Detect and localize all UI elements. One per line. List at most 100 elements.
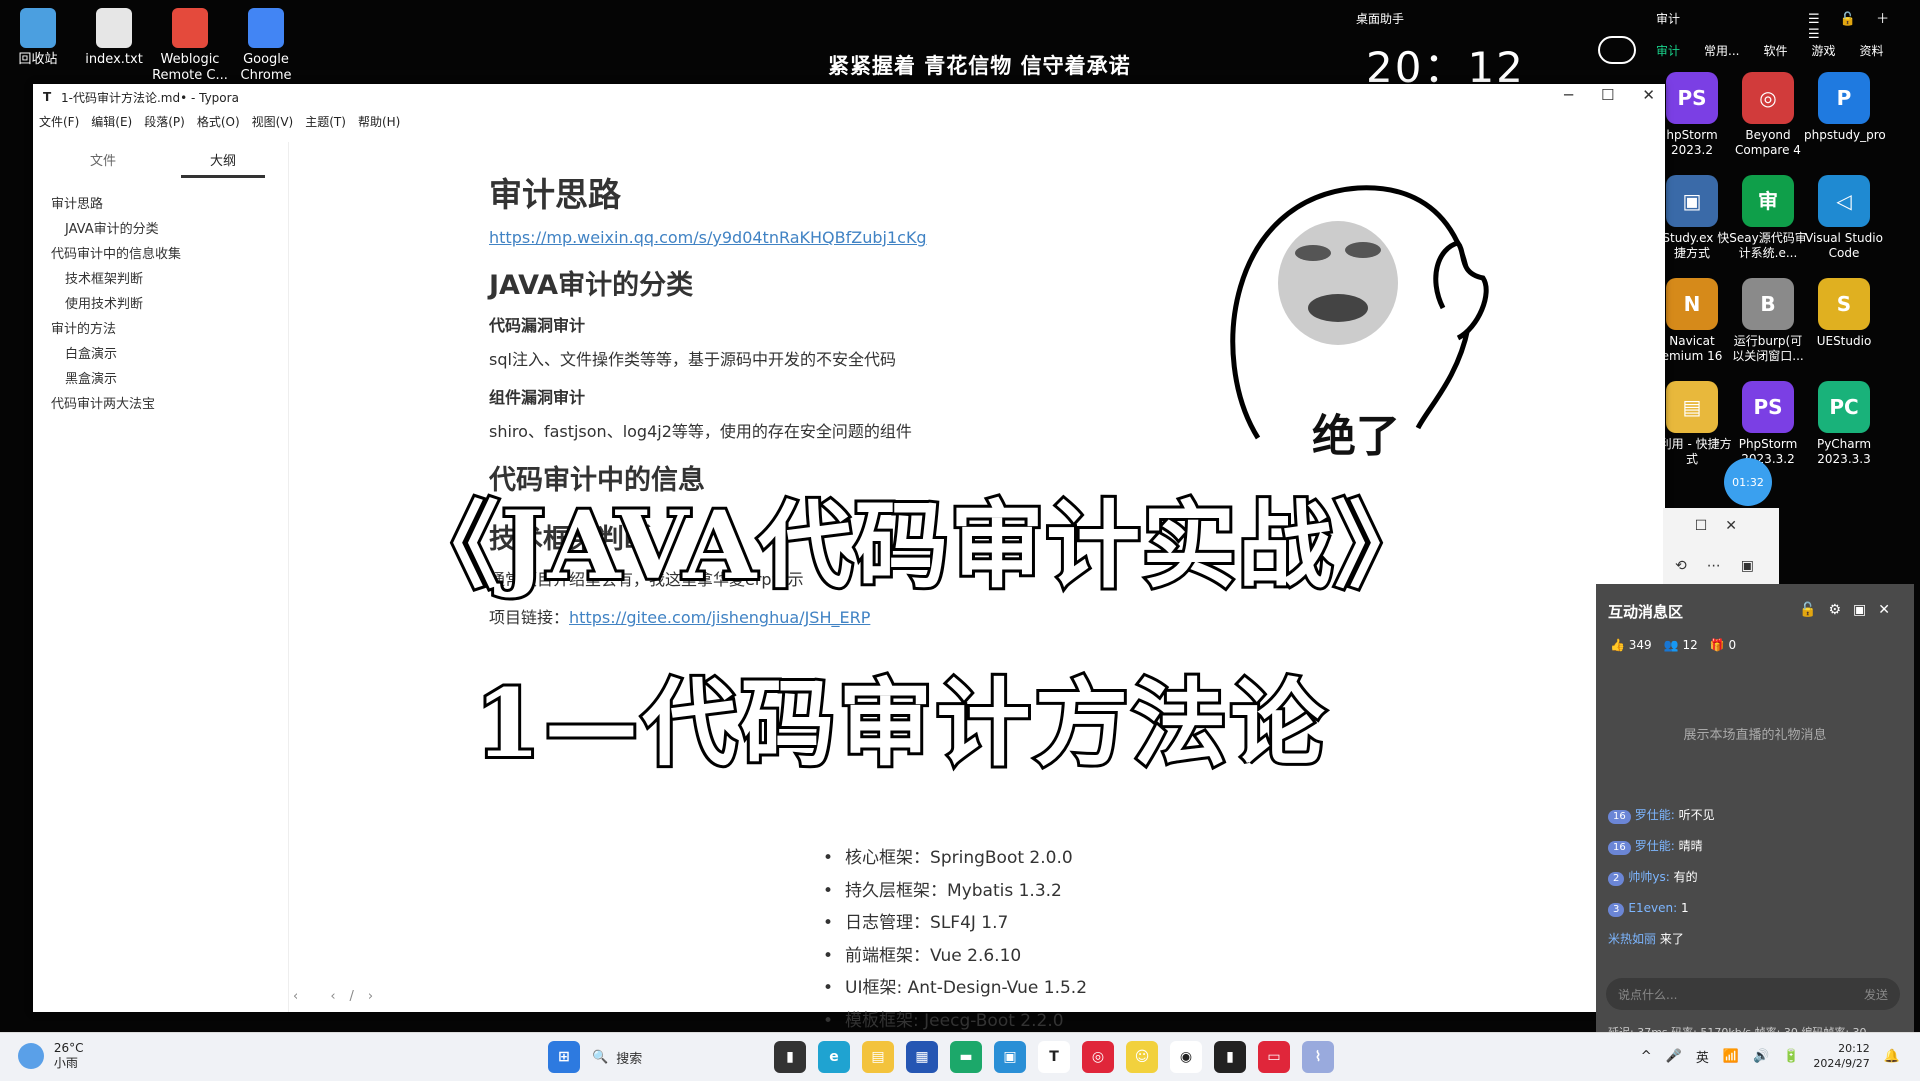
menu-item[interactable]: 编辑(E) xyxy=(91,113,132,130)
monitor-icon[interactable]: ⌇ xyxy=(1302,1041,1334,1073)
fan-badge: 16 xyxy=(1608,841,1631,855)
chat-username[interactable]: 罗仕能: xyxy=(1635,839,1675,853)
outline-item[interactable]: 代码审计两大法宝 xyxy=(33,392,288,417)
mic-icon[interactable]: 🎤 xyxy=(1666,1049,1682,1064)
recycle-bin-icon xyxy=(20,8,56,48)
project-link[interactable]: https://gitee.com/jishenghua/JSH_ERP xyxy=(569,608,870,627)
chat-input[interactable]: 说点什么... 发送 xyxy=(1606,978,1900,1010)
snip-icon[interactable]: ▣ xyxy=(994,1041,1026,1073)
store-icon[interactable]: ▦ xyxy=(906,1041,938,1073)
shortcut-icon[interactable]: ◁ Visual Studio Code xyxy=(1804,175,1884,261)
netease-music-icon[interactable]: ◎ xyxy=(1082,1041,1114,1073)
weather-widget[interactable]: 26°C 小雨 xyxy=(18,1041,83,1071)
cloud-icon[interactable] xyxy=(1598,36,1636,64)
text-file-icon xyxy=(96,8,132,48)
overlay-title: 《JAVA代码审计实战》 xyxy=(402,488,1431,604)
battery-icon[interactable]: 🔋 xyxy=(1783,1049,1799,1064)
title-bar: T 1-代码审计方法论.md• - Typora ─ ☐ ✕ xyxy=(33,84,1665,110)
right-panel-tab[interactable]: 资料 xyxy=(1860,42,1884,59)
task-view-icon[interactable]: ▮ xyxy=(774,1041,806,1073)
weather-icon xyxy=(18,1043,44,1069)
menu-item[interactable]: 文件(F) xyxy=(39,113,79,130)
right-panel-tab[interactable]: 游戏 xyxy=(1811,42,1835,59)
maximize-button[interactable]: ☐ xyxy=(1601,86,1614,104)
taskbar-clock[interactable]: 20:12 2024/9/27 xyxy=(1813,1041,1869,1071)
outline-item[interactable]: JAVA审计的分类 xyxy=(33,217,288,242)
system-tray[interactable]: ^ 🎤 英 📶 🔊 🔋 20:12 2024/9/27 🔔 xyxy=(1641,1041,1900,1071)
start-icon[interactable]: ⊞ xyxy=(548,1041,580,1073)
desktop-icon[interactable]: Google Chrome xyxy=(228,2,304,84)
menu-item[interactable]: 格式(O) xyxy=(197,113,240,130)
typora-icon[interactable]: T xyxy=(1038,1041,1070,1073)
fan-badge: 16 xyxy=(1608,810,1631,824)
sidebar: 文件 大纲 审计思路 JAVA审计的分类 代码审计中的信息收集 技术框架判断 使用技术判… xyxy=(33,142,289,1012)
chat-username[interactable]: E1even: xyxy=(1628,901,1677,915)
chat-username[interactable]: 帅帅ys: xyxy=(1628,870,1669,884)
notification-icon[interactable]: 🔔 xyxy=(1884,1049,1900,1064)
obs-icon[interactable]: ◉ xyxy=(1170,1041,1202,1073)
right-panel-tab[interactable]: 审计 xyxy=(1656,42,1680,59)
shortcut-icon[interactable]: ◎ Beyond Compare 4 xyxy=(1728,72,1808,158)
menu-item[interactable]: 主题(T) xyxy=(305,113,346,130)
chat-tools[interactable]: 🔓⚙▣✕ xyxy=(1799,602,1902,618)
meme-caption: 绝了 xyxy=(1312,411,1400,462)
close-button[interactable]: ✕ xyxy=(1642,86,1655,104)
desktop-icon[interactable]: Weblogic Remote C... xyxy=(152,2,228,84)
outline-item[interactable]: 使用技术判断 xyxy=(33,292,288,317)
minimize-button[interactable]: ─ xyxy=(1564,86,1573,104)
wechat-work-icon[interactable]: ▬ xyxy=(950,1041,982,1073)
app-icon: B xyxy=(1742,278,1794,330)
shortcut-label: PyCharm 2023.3.3 xyxy=(1816,437,1872,466)
tab-files[interactable]: 文件 xyxy=(61,142,145,178)
desktop-icon-label: Weblogic Remote C... xyxy=(152,52,228,83)
right-panel-tab[interactable]: 软件 xyxy=(1763,42,1787,59)
article-link[interactable]: https://mp.weixin.qq.com/s/y9d04tnRaKHQB… xyxy=(489,228,927,247)
shortcut-icon[interactable]: S UEStudio xyxy=(1804,278,1884,349)
outline-item[interactable]: 技术框架判断 xyxy=(33,267,288,292)
tray-expand-icon[interactable]: ^ xyxy=(1641,1049,1652,1064)
desktop-icon[interactable]: 回收站 xyxy=(0,2,76,68)
app-icon: ◁ xyxy=(1818,175,1870,227)
menu-item[interactable]: 帮助(H) xyxy=(358,113,400,130)
chat-message: 16 罗仕能: 晴晴 xyxy=(1608,831,1715,862)
app-icon: 审 xyxy=(1742,175,1794,227)
menu-item[interactable]: 段落(P) xyxy=(144,113,185,130)
wifi-icon[interactable]: 📶 xyxy=(1723,1049,1739,1064)
shortcut-label: phpstudy_pro xyxy=(1804,128,1886,142)
shortcut-icon[interactable]: PC PyCharm 2023.3.3 xyxy=(1804,381,1884,467)
explorer-icon[interactable]: ▤ xyxy=(862,1041,894,1073)
outline-item[interactable]: 代码审计中的信息收集 xyxy=(33,242,288,267)
recording-timer[interactable]: 01:32 xyxy=(1724,458,1772,506)
chat-title: 互动消息区 xyxy=(1608,602,1684,621)
shortcut-icon[interactable]: B 运行burp(可以关闭窗口... xyxy=(1728,278,1808,364)
tab-outline[interactable]: 大纲 xyxy=(181,142,265,178)
editor-bottom-bar[interactable]: ‹ ‹/› xyxy=(293,989,387,1004)
outline-item[interactable]: 黑盒演示 xyxy=(33,367,288,392)
right-panel-toolbar[interactable]: ☰ 🔓 ＋ ☰ xyxy=(1808,8,1920,42)
edge-icon[interactable]: e xyxy=(818,1041,850,1073)
chat-username[interactable]: 米热如丽 xyxy=(1608,932,1656,946)
desktop-icon-label: 回收站 xyxy=(18,52,58,67)
outline-item[interactable]: 审计的方法 xyxy=(33,317,288,342)
shortcut-label: Seay源代码审计系统.e... xyxy=(1729,231,1807,260)
menu-item[interactable]: 视图(V) xyxy=(252,113,294,130)
ime-indicator[interactable]: 英 xyxy=(1696,1047,1709,1066)
desktop-slogan: 紧紧握着 青花信物 信守着承诺 xyxy=(828,54,1131,78)
outline-item[interactable]: 审计思路 xyxy=(33,192,288,217)
taskbar-search[interactable]: 🔍 搜索 xyxy=(592,1041,762,1073)
shortcut-icon[interactable]: 审 Seay源代码审计系统.e... xyxy=(1728,175,1808,261)
outline-item[interactable]: 白盒演示 xyxy=(33,342,288,367)
shortcut-label: Beyond Compare 4 xyxy=(1735,128,1801,157)
right-panel-tab[interactable]: 常用... xyxy=(1704,42,1739,59)
right-panel-tabs[interactable]: 审计 常用... 软件 游戏 资料 xyxy=(1656,42,1884,59)
search-icon: 🔍 xyxy=(592,1049,609,1065)
desktop-icon[interactable]: index.txt xyxy=(76,2,152,68)
jetbrains-icon[interactable]: ▮ xyxy=(1214,1041,1246,1073)
volume-icon[interactable]: 🔊 xyxy=(1753,1049,1769,1064)
send-button[interactable]: 发送 xyxy=(1864,986,1888,1003)
chat-username[interactable]: 罗仕能: xyxy=(1635,808,1675,822)
shortcut-icon[interactable]: Pphpstudy_pro xyxy=(1804,72,1886,143)
record-icon[interactable]: ▭ xyxy=(1258,1041,1290,1073)
shortcut-icon[interactable]: PS PhpStorm 2023.3.2 xyxy=(1728,381,1808,467)
app-icon[interactable]: ☺ xyxy=(1126,1041,1158,1073)
